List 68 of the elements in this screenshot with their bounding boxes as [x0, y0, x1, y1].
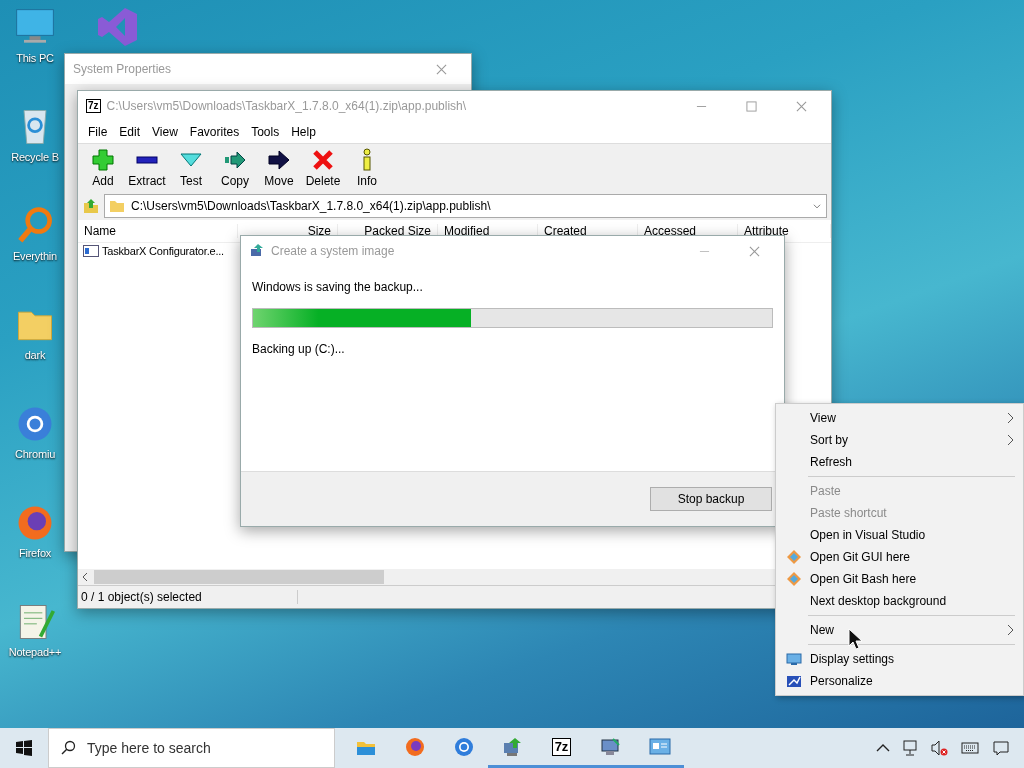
git-icon — [786, 571, 802, 587]
context-menu-item[interactable]: Open Git GUI here — [776, 546, 1023, 568]
backup-computer-icon — [249, 243, 265, 259]
toolbar-button[interactable]: Delete — [302, 148, 344, 188]
context-menu-item[interactable]: Next desktop background — [776, 590, 1023, 612]
window-title: Create a system image — [271, 244, 396, 258]
git-icon — [786, 549, 802, 565]
stop-backup-button[interactable]: Stop backup — [650, 487, 772, 511]
submenu-chevron-icon — [1007, 624, 1015, 636]
desktop-icon-label: dark — [24, 349, 46, 361]
context-menu-item[interactable]: View — [776, 407, 1023, 429]
display-icon — [786, 651, 802, 667]
close-icon — [795, 100, 807, 112]
submenu-chevron-icon — [1007, 434, 1015, 446]
close-icon — [435, 63, 447, 75]
maximize-icon — [745, 100, 757, 112]
windows-logo-icon — [16, 740, 32, 756]
column-header[interactable]: Name — [78, 224, 238, 238]
context-menu-item[interactable]: Refresh — [776, 451, 1023, 473]
personalize-icon — [786, 673, 802, 689]
status-message: Windows is saving the backup... — [252, 280, 424, 294]
desktop-icon-label: Everythin — [12, 250, 58, 262]
desktop-icon-label: Notepad++ — [8, 646, 62, 658]
desktop-icon-label: Firefox — [18, 547, 52, 559]
muted-speaker-icon[interactable] — [930, 739, 948, 757]
menu-item[interactable]: Favorites — [183, 125, 246, 139]
toolbar-button[interactable]: Add — [82, 148, 124, 188]
arrow-right-icon — [267, 148, 291, 172]
context-menu-item[interactable]: Personalize — [776, 670, 1023, 692]
submenu-chevron-icon — [1007, 412, 1015, 424]
address-field[interactable]: C:\Users\vm5\Downloads\TaskbarX_1.7.8.0_x64(1).zip\app.publish\ — [104, 194, 827, 218]
menu-item[interactable]: Tools — [245, 125, 286, 139]
plus-icon — [91, 148, 115, 172]
window-title: System Properties — [73, 62, 173, 76]
menu-item[interactable]: File — [82, 125, 114, 139]
context-menu-item[interactable]: Sort by — [776, 429, 1023, 451]
menu-item[interactable]: Help — [285, 125, 322, 139]
search-field[interactable]: Type here to search — [48, 728, 335, 768]
desktop-icon-label: Recycle B — [11, 151, 59, 163]
window-title: C:\Users\vm5\Downloads\TaskbarX_1.7.8.0_x64(1).zip\app.publish\ — [106, 99, 468, 113]
taskbar-app-button[interactable]: 7z — [537, 728, 586, 768]
toolbar-button[interactable]: Info — [346, 148, 388, 188]
close-icon — [748, 245, 760, 257]
file-name[interactable]: TaskbarX Configurator.e... — [102, 245, 224, 257]
progress-detail: Backing up (C:)... — [252, 342, 346, 356]
context-menu-item[interactable]: Open Git Bash here — [776, 568, 1023, 590]
up-folder-icon[interactable] — [82, 197, 100, 215]
folder-icon — [109, 198, 125, 214]
toolbar-button[interactable]: Move — [258, 148, 300, 188]
menu-item[interactable]: View — [146, 125, 184, 139]
desktop-icon-label: Chromiu — [14, 448, 56, 460]
notification-icon[interactable] — [992, 739, 1010, 757]
app-logo-icon: 7z — [86, 99, 101, 113]
network-icon[interactable] — [902, 739, 920, 757]
exe-file-icon — [83, 245, 99, 257]
toolbar-button[interactable]: Extract — [126, 148, 168, 188]
scroll-left-icon[interactable] — [80, 572, 90, 582]
menu-item[interactable]: Edit — [113, 125, 147, 139]
context-menu-item[interactable]: Display settings — [776, 648, 1023, 670]
status-text: 0 / 1 object(s) selected — [78, 590, 298, 604]
toolbar-button[interactable]: Test — [170, 148, 212, 188]
context-menu-item[interactable]: New — [776, 619, 1023, 641]
keyboard-icon[interactable] — [958, 739, 982, 757]
scrollbar-thumb[interactable] — [94, 570, 384, 584]
delete-cross-icon — [311, 148, 335, 172]
desktop-icon-label: This PC — [16, 52, 54, 64]
context-menu-item[interactable]: Open in Visual Studio — [776, 524, 1023, 546]
toolbar-button[interactable]: Copy — [214, 148, 256, 188]
